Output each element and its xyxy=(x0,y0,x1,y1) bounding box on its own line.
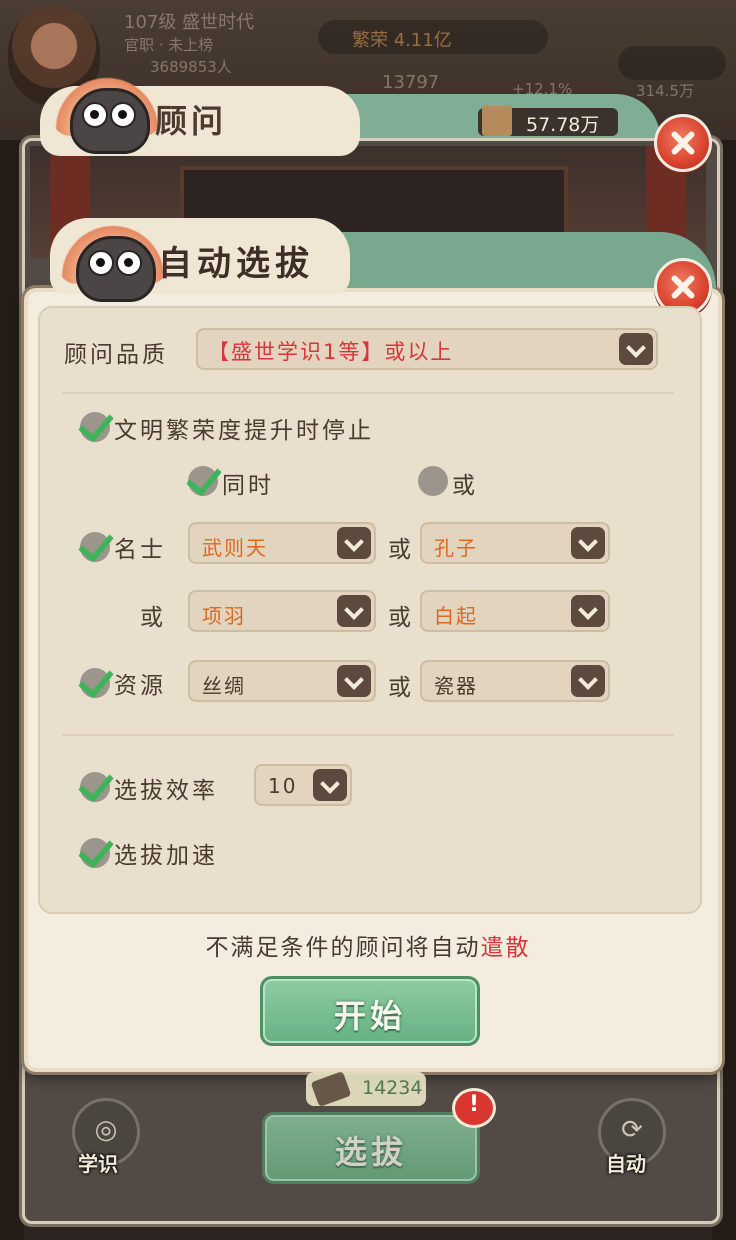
dismiss-note: 不满足条件的顾问将自动遣散 xyxy=(0,928,736,962)
quality-label: 顾问品质 xyxy=(64,342,168,368)
start-button[interactable]: 开始 xyxy=(260,976,480,1046)
mode-or-radio[interactable] xyxy=(418,466,448,496)
select-button-label: 选拔 xyxy=(334,1133,407,1171)
dialog-title: 自动选拔 xyxy=(158,244,314,284)
chevron-down-icon xyxy=(337,665,371,697)
advisor-close-button[interactable] xyxy=(654,114,712,172)
alert-mark: ! xyxy=(468,1092,480,1117)
quality-suffix: 或以上 xyxy=(384,340,454,364)
chevron-down-icon xyxy=(571,527,605,559)
dragon-mascot-icon xyxy=(58,214,168,304)
celebrity-select-1[interactable]: 武则天 xyxy=(188,522,376,564)
efficiency-checkbox[interactable] xyxy=(80,772,110,802)
resource-select-1[interactable]: 丝绸 xyxy=(188,660,376,702)
mode-and-radio[interactable] xyxy=(188,466,218,496)
celebrity-value-3: 项羽 xyxy=(202,604,246,628)
mode-or-label: 或 xyxy=(452,473,478,499)
scroll-count: 14234 xyxy=(306,1070,426,1108)
celebrity-value-1: 武则天 xyxy=(202,536,268,560)
resource-select-2[interactable]: 瓷器 xyxy=(420,660,610,702)
efficiency-select[interactable]: 10 xyxy=(254,764,352,806)
start-button-label: 开始 xyxy=(333,997,406,1035)
chevron-down-icon xyxy=(571,595,605,627)
celebrity-label: 名士 xyxy=(114,537,166,563)
chevron-down-icon xyxy=(619,333,653,365)
refresh-icon: ⟳ xyxy=(621,1115,643,1145)
stat-pill-three xyxy=(618,46,726,80)
resource-checkbox[interactable] xyxy=(80,668,110,698)
celebrity-checkbox[interactable] xyxy=(80,532,110,562)
resource-value-1: 丝绸 xyxy=(202,674,246,698)
celebrity-select-3[interactable]: 项羽 xyxy=(188,590,376,632)
resource-label: 资源 xyxy=(114,673,166,699)
celebrity-select-2[interactable]: 孔子 xyxy=(420,522,610,564)
stat-main: 繁荣 4.11亿 xyxy=(352,30,452,51)
chevron-down-icon xyxy=(337,595,371,627)
divider xyxy=(62,392,674,394)
speedup-label: 选拔加速 xyxy=(114,843,218,869)
chevron-down-icon xyxy=(571,665,605,697)
stat-one: 13797 xyxy=(382,72,440,93)
dismiss-note-highlight: 遣散 xyxy=(480,935,531,961)
left-edge xyxy=(0,140,24,1240)
or-label: 或 xyxy=(388,537,414,563)
book-icon xyxy=(482,106,512,136)
dismiss-note-text: 不满足条件的顾问将自动 xyxy=(205,935,481,961)
player-subtitle: 官职 · 未上榜 xyxy=(124,36,214,54)
auto-label: 自动 xyxy=(606,1152,646,1176)
dialog-banner-wave xyxy=(296,232,716,288)
or-label: 或 xyxy=(388,605,414,631)
efficiency-value: 10 xyxy=(268,774,298,798)
quality-select[interactable]: 【盛世学识1等】或以上 xyxy=(196,328,658,370)
book-icon: ◎ xyxy=(94,1115,118,1145)
stat-three: 314.5万 xyxy=(636,82,694,100)
player-level: 107级 盛世时代 xyxy=(124,12,255,33)
alert-badge: ! xyxy=(452,1088,496,1128)
stop-condition-checkbox[interactable] xyxy=(80,412,110,442)
stop-condition-label: 文明繁荣度提升时停止 xyxy=(114,418,374,444)
knowledge-label: 学识 xyxy=(78,1152,118,1176)
balance-display: 57.78万 xyxy=(478,106,618,136)
mode-and-label: 同时 xyxy=(222,473,274,499)
speedup-checkbox[interactable] xyxy=(80,838,110,868)
player-power: 3689853人 xyxy=(150,58,232,76)
scroll-count-value: 14234 xyxy=(362,1077,423,1099)
celebrity-select-4[interactable]: 白起 xyxy=(420,590,610,632)
quality-value: 【盛世学识1等】 xyxy=(208,340,385,364)
advisor-panel-title: 顾问 xyxy=(155,102,228,140)
efficiency-label: 选拔效率 xyxy=(114,778,218,804)
or-label: 或 xyxy=(140,605,166,631)
resource-value-2: 瓷器 xyxy=(434,674,478,698)
celebrity-value-2: 孔子 xyxy=(434,536,478,560)
select-button[interactable]: 选拔 xyxy=(262,1112,480,1184)
balance-value: 57.78万 xyxy=(526,114,600,136)
celebrity-value-4: 白起 xyxy=(434,604,478,628)
dragon-mascot-icon xyxy=(52,66,162,156)
chevron-down-icon xyxy=(337,527,371,559)
divider xyxy=(62,734,674,736)
or-label: 或 xyxy=(388,675,414,701)
chevron-down-icon xyxy=(313,769,347,801)
scroll-icon xyxy=(310,1070,352,1108)
